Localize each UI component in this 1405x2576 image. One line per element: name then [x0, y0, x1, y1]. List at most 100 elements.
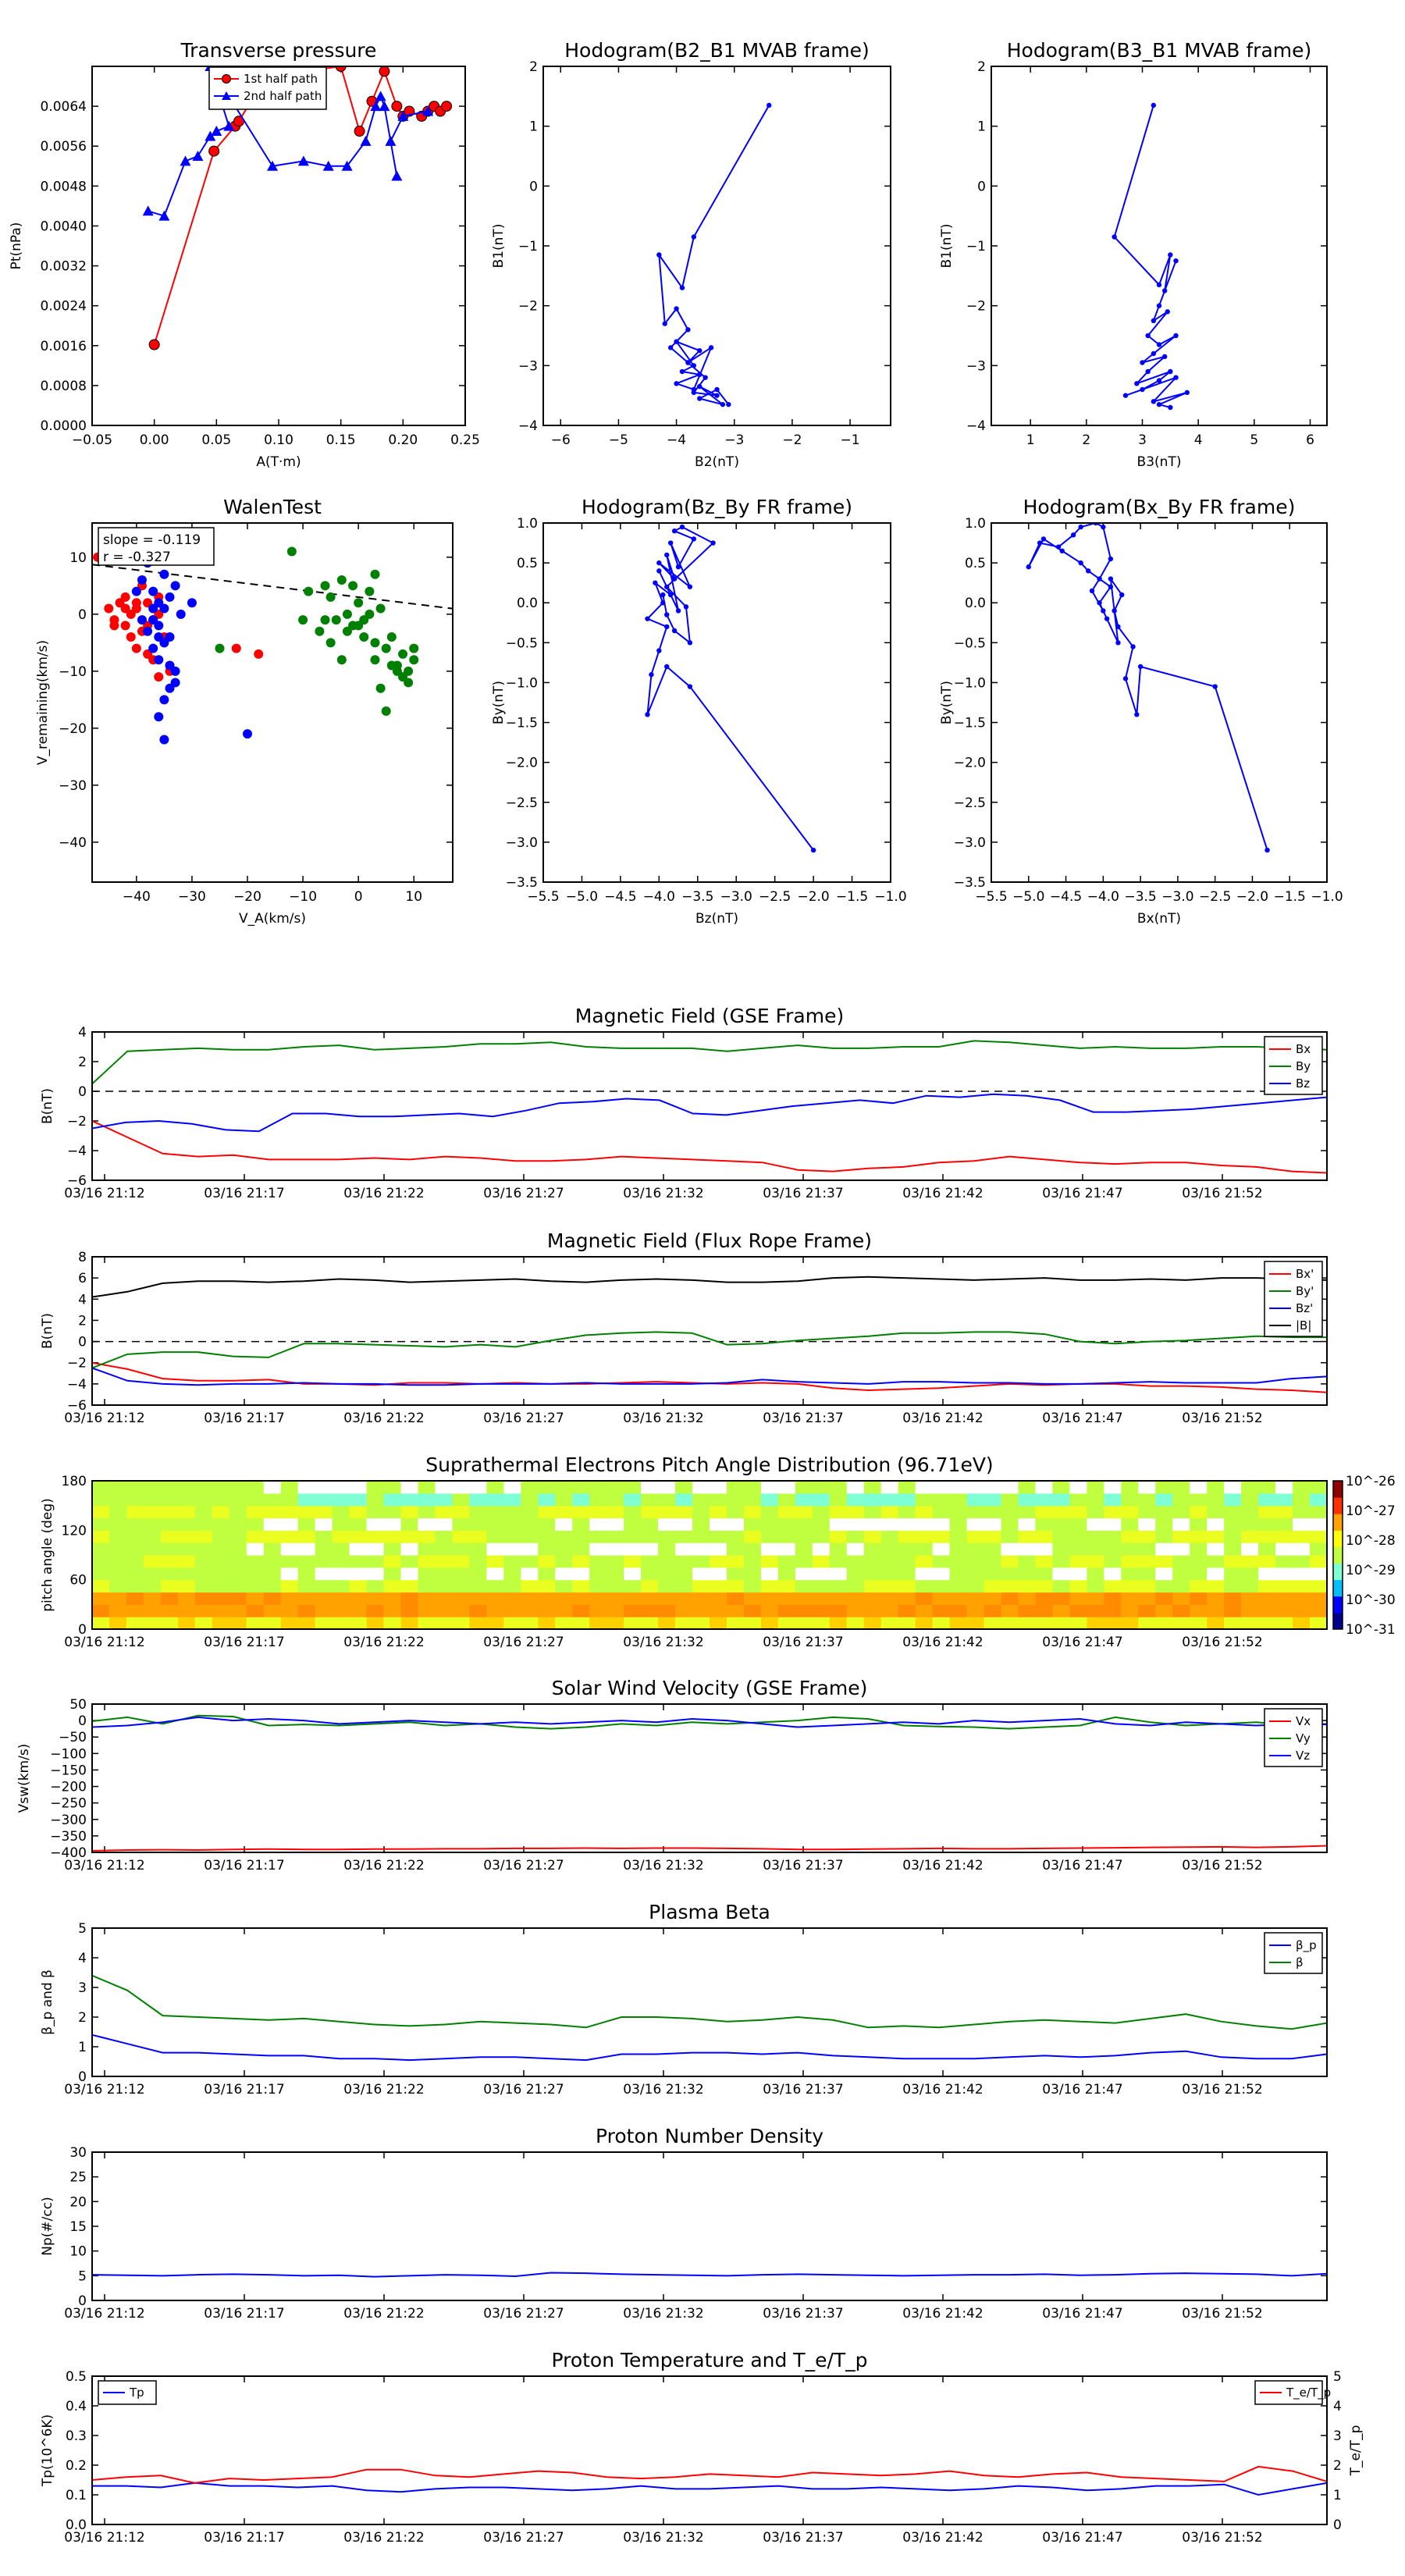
heatmap-cell	[435, 1481, 454, 1494]
heatmap-cell	[538, 1567, 556, 1581]
data-point	[1137, 664, 1144, 670]
x-tick-label: 03/16 21:37	[763, 2306, 843, 2322]
y2-tick-label: 4	[1333, 2399, 1342, 2414]
heatmap-cell	[538, 1592, 556, 1605]
heatmap-cell	[641, 1505, 659, 1519]
heatmap-cell	[726, 1592, 745, 1605]
data-point	[645, 712, 650, 717]
heatmap-cell	[692, 1542, 710, 1556]
heatmap-cell	[555, 1592, 573, 1605]
y-axis-label: B1(nT)	[491, 224, 507, 269]
data-point	[325, 638, 336, 648]
x-tick-label: 03/16 21:37	[763, 1186, 843, 1201]
heatmap-cell	[503, 1493, 521, 1507]
plot-area	[92, 2272, 1327, 2278]
heatmap-cell	[418, 1542, 436, 1556]
x-tick-label: −30	[178, 889, 206, 905]
heatmap-cell	[177, 1481, 196, 1494]
heatmap-cell	[846, 1505, 865, 1519]
heatmap-cell	[692, 1604, 710, 1617]
heatmap-cell	[1069, 1493, 1087, 1507]
heatmap-cell	[418, 1555, 436, 1568]
heatmap-cell	[1190, 1592, 1208, 1605]
x-tick-label: 03/16 21:27	[483, 1858, 564, 1873]
heatmap-cell	[572, 1530, 590, 1543]
heatmap-cell	[349, 1505, 368, 1519]
heatmap-cell	[400, 1481, 419, 1494]
heatmap-cell	[1172, 1530, 1190, 1543]
heatmap-cell	[984, 1567, 1002, 1581]
heatmap-cell	[1224, 1592, 1242, 1605]
heatmap-cell	[366, 1579, 385, 1593]
heatmap-cell	[949, 1505, 968, 1519]
x-tick-label: 03/16 21:47	[1042, 1411, 1122, 1426]
data-point	[1108, 576, 1114, 582]
x-tick-label: 03/16 21:27	[483, 1635, 564, 1650]
x-tick-label: −40	[123, 889, 151, 905]
x-tick-label: 1	[1026, 432, 1035, 448]
heatmap-cell	[915, 1505, 934, 1519]
y-tick-label: 4	[78, 1292, 87, 1308]
heatmap-cell	[692, 1530, 710, 1543]
plot-area	[1112, 102, 1190, 411]
heatmap-cell	[212, 1542, 230, 1556]
heatmap-cell	[624, 1530, 642, 1543]
data-point	[154, 621, 164, 631]
data-point	[409, 655, 419, 665]
legend-label: Vx	[1296, 1714, 1311, 1728]
heatmap-cell	[1241, 1567, 1259, 1581]
heatmap-cell	[1224, 1493, 1242, 1507]
heatmap-cell	[675, 1517, 693, 1531]
heatmap-cell	[1293, 1517, 1311, 1531]
heatmap-cell	[795, 1481, 813, 1494]
heatmap-cell	[812, 1555, 831, 1568]
data-point	[1037, 540, 1043, 546]
heatmap-cell	[452, 1481, 470, 1494]
y-tick-label: −1.5	[506, 716, 538, 731]
heatmap-cell	[469, 1592, 487, 1605]
heatmap-cell	[1310, 1604, 1327, 1617]
heatmap-cell	[297, 1481, 316, 1494]
heatmap-cell	[1275, 1617, 1293, 1629]
heatmap-cell	[160, 1579, 179, 1593]
legend-label: By'	[1296, 1284, 1314, 1298]
heatmap-cell	[1310, 1567, 1327, 1581]
heatmap-cell	[1069, 1579, 1087, 1593]
heatmap-cell	[486, 1617, 504, 1629]
x-axis-label: A(T·m)	[256, 454, 301, 470]
heatmap-cell	[692, 1481, 710, 1494]
heatmap-cell	[555, 1617, 573, 1629]
plot-area	[656, 102, 772, 407]
data-point	[1097, 600, 1102, 606]
x-tick-label: 03/16 21:47	[1042, 2530, 1122, 2546]
data-point	[348, 581, 358, 591]
heatmap-cell	[452, 1567, 470, 1581]
heatmap-cell	[760, 1617, 779, 1629]
x-tick-label: 03/16 21:27	[483, 2306, 564, 2322]
heatmap-cell	[383, 1505, 402, 1519]
heatmap-cell	[538, 1530, 556, 1543]
heatmap-cell	[229, 1617, 247, 1629]
y-tick-label: −4	[67, 1144, 87, 1159]
data-point	[170, 581, 180, 591]
heatmap-cell	[383, 1517, 402, 1531]
heatmap-cell	[710, 1604, 727, 1617]
heatmap-cell	[1155, 1555, 1173, 1568]
heatmap-cell	[726, 1617, 745, 1629]
heatmap-cell	[315, 1617, 333, 1629]
heatmap-cell	[658, 1481, 676, 1494]
y-tick-label: −30	[59, 778, 87, 794]
heatmap-cell	[1275, 1481, 1293, 1494]
heatmap-cell	[349, 1530, 368, 1543]
heatmap-cell	[538, 1579, 556, 1593]
data-point	[697, 372, 702, 378]
heatmap-cell	[194, 1481, 213, 1494]
heatmap-cell	[898, 1530, 916, 1543]
heatmap-cell	[126, 1592, 144, 1605]
heatmap-cell	[555, 1604, 573, 1617]
heatmap-cell	[606, 1579, 624, 1593]
heatmap-cell	[710, 1530, 727, 1543]
heatmap-cell	[435, 1505, 454, 1519]
heatmap-cell	[984, 1542, 1002, 1556]
heatmap-cell	[332, 1530, 350, 1543]
